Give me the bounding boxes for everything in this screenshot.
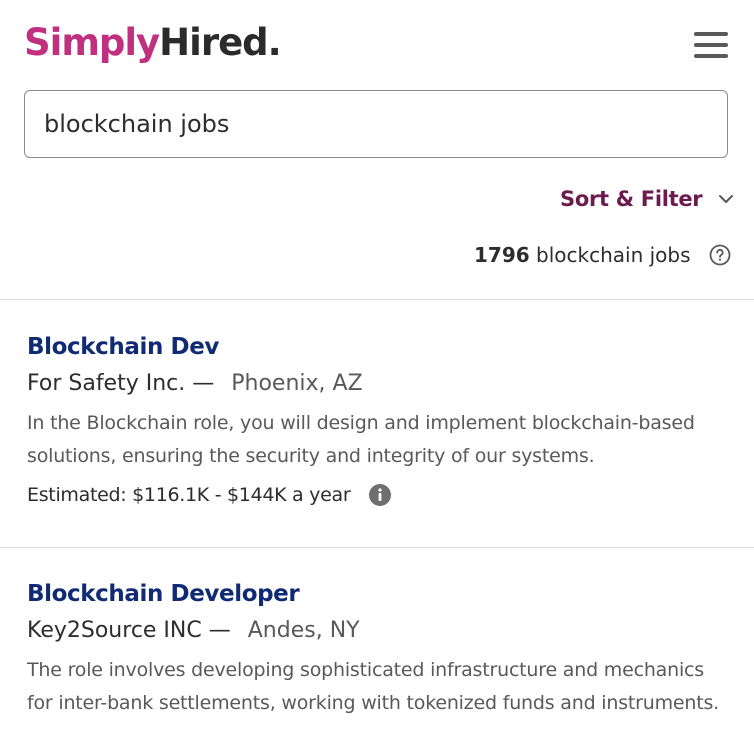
header: SimplyHired. bbox=[0, 0, 754, 80]
simplyhired-logo[interactable]: SimplyHired. bbox=[24, 18, 282, 68]
job-company-row: For Safety Inc. — Phoenix, AZ bbox=[27, 365, 727, 403]
info-icon[interactable] bbox=[368, 483, 392, 507]
result-count-label: blockchain jobs bbox=[536, 243, 691, 267]
job-card[interactable]: Blockchain Developer Key2Source INC — An… bbox=[27, 576, 727, 720]
job-separator: — bbox=[192, 371, 215, 396]
hamburger-menu-icon[interactable] bbox=[694, 30, 728, 60]
job-separator: — bbox=[208, 618, 231, 643]
logo-hired: Hired bbox=[159, 21, 268, 64]
job-title-link[interactable]: Blockchain Developer bbox=[27, 576, 727, 612]
search-input[interactable] bbox=[44, 105, 704, 143]
job-company: For Safety Inc. bbox=[27, 371, 186, 396]
question-circle-icon[interactable] bbox=[709, 244, 731, 266]
job-description: The role involves developing sophisticat… bbox=[27, 659, 720, 714]
job-card[interactable]: Blockchain Dev For Safety Inc. — Phoenix… bbox=[27, 329, 727, 507]
result-count: 1796 blockchain jobs bbox=[474, 240, 731, 270]
job-description: In the Blockchain role, you will design … bbox=[27, 412, 695, 467]
menu-bar bbox=[694, 54, 728, 58]
job-location: Phoenix, AZ bbox=[231, 371, 363, 396]
chevron-down-icon bbox=[719, 195, 734, 203]
divider bbox=[0, 299, 754, 300]
job-title-link[interactable]: Blockchain Dev bbox=[27, 329, 727, 365]
sort-filter-label: Sort & Filter bbox=[560, 187, 703, 211]
job-company-row: Key2Source INC — Andes, NY bbox=[27, 612, 727, 650]
search-box[interactable] bbox=[24, 90, 728, 158]
menu-bar bbox=[694, 43, 728, 47]
logo-dot: . bbox=[267, 21, 282, 64]
job-salary: Estimated: $116.1K - $144K a year bbox=[27, 484, 351, 506]
job-company: Key2Source INC bbox=[27, 618, 202, 643]
divider bbox=[0, 547, 754, 548]
result-count-number: 1796 bbox=[474, 243, 530, 267]
logo-simply: Simply bbox=[24, 21, 160, 64]
sort-filter-button[interactable]: Sort & Filter bbox=[560, 182, 736, 216]
menu-bar bbox=[694, 32, 728, 36]
job-salary-row: Estimated: $116.1K - $144K a year bbox=[27, 483, 727, 507]
job-location: Andes, NY bbox=[247, 618, 360, 643]
